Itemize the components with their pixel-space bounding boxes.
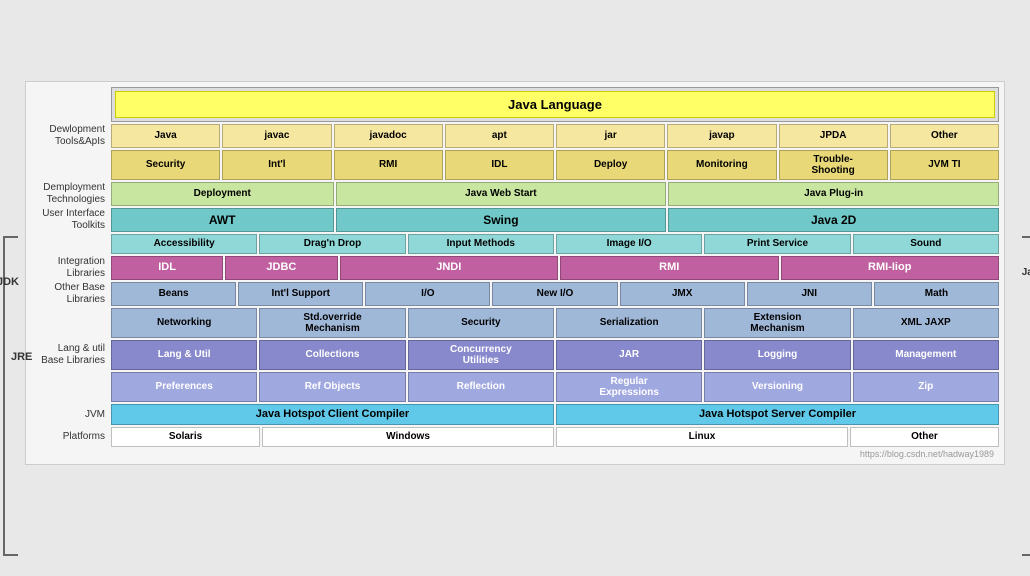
cell-apt: apt [445, 124, 554, 148]
cell-security: Security [111, 150, 220, 180]
cell-input-methods: Input Methods [408, 234, 554, 254]
cell-sound: Sound [853, 234, 999, 254]
lang-row-2: Preferences Ref Objects Reflection Regul… [31, 372, 999, 402]
ui-toolkits-row: User InterfaceToolkits AWT Swing Java 2D [31, 208, 999, 232]
cell-rmi-iiop: RMI-Iiop [781, 256, 1000, 280]
cell-std-override: Std.overrideMechanism [259, 308, 405, 338]
ui-sub-row: Accessibility Drag'n Drop Input Methods … [31, 234, 999, 254]
cell-java: Java [111, 124, 220, 148]
cell-jvm-server: Java Hotspot Server Compiler [556, 404, 999, 425]
cell-deploy: Deploy [556, 150, 665, 180]
watermark: https://blog.csdn.net/hadway1989 [31, 449, 999, 459]
dev-tools-row-2: Security Int'l RMI IDL Deploy Monitoring… [31, 150, 999, 180]
cell-idl: IDL [445, 150, 554, 180]
cell-serialization: Serialization [556, 308, 702, 338]
cell-idl-int: IDL [111, 256, 223, 280]
dev-tools-label-2 [31, 150, 111, 180]
deployment-label: DemploymentTechnologies [31, 182, 111, 206]
cell-security-base: Security [408, 308, 554, 338]
cell-troubleshooting: Trouble-Shooting [779, 150, 888, 180]
cell-logging: Logging [704, 340, 850, 370]
cell-lang-util: Lang & Util [111, 340, 257, 370]
cell-xml-jaxp: XML JAXP [853, 308, 999, 338]
cell-jar-lang: JAR [556, 340, 702, 370]
integration-label: IntegrationLibraries [31, 256, 111, 280]
dev-tools-row-1: DewlopmentTools&ApIs Java javac javadoc … [31, 124, 999, 148]
cell-other-dev: Other [890, 124, 999, 148]
jvm-label: JVM [31, 404, 111, 425]
cell-intl: Int'l [222, 150, 331, 180]
cell-image-io: Image I/O [556, 234, 702, 254]
cell-regex: RegularExpressions [556, 372, 702, 402]
cell-jni: JNI [747, 282, 872, 306]
lang-row-1: Lang & utilBase Libraries Lang & Util Co… [31, 340, 999, 370]
cell-swing: Swing [336, 208, 667, 232]
ui-toolkits-label: User InterfaceToolkits [31, 208, 111, 232]
cell-print-service: Print Service [704, 234, 850, 254]
dev-tools-label: DewlopmentTools&ApIs [31, 124, 111, 148]
cell-java-web-start: Java Web Start [336, 182, 667, 206]
cell-windows: Windows [262, 427, 554, 447]
architecture-diagram: Java Language DewlopmentTools&ApIs Java … [25, 81, 1005, 465]
lang-label-2 [31, 372, 111, 402]
cell-jar: jar [556, 124, 665, 148]
cell-monitoring: Monitoring [667, 150, 776, 180]
cell-accessibility: Accessibility [111, 234, 257, 254]
base-libs-row-1: Other BaseLibraries Beans Int'l Support … [31, 282, 999, 306]
platforms-row: Platforms Solaris Windows Linux Other [31, 427, 999, 447]
cell-jndi: JNDI [340, 256, 559, 280]
ui-sub-label [31, 234, 111, 254]
java-language-row: Java Language [31, 87, 999, 122]
cell-javadoc: javadoc [334, 124, 443, 148]
cell-jdbc: JDBC [225, 256, 337, 280]
cell-java2d: Java 2D [668, 208, 999, 232]
deployment-row: DemploymentTechnologies Deployment Java … [31, 182, 999, 206]
cell-rmi-int: RMI [560, 256, 779, 280]
cell-extension: ExtensionMechanism [704, 308, 850, 338]
platforms-label: Platforms [31, 427, 111, 447]
cell-javac: javac [222, 124, 331, 148]
cell-math: Math [874, 282, 999, 306]
cell-dragndrop: Drag'n Drop [259, 234, 405, 254]
cell-management: Management [853, 340, 999, 370]
cell-collections: Collections [259, 340, 405, 370]
cell-preferences: Preferences [111, 372, 257, 402]
jvm-row: JVM Java Hotspot Client Compiler Java Ho… [31, 404, 999, 425]
cell-rmi: RMI [334, 150, 443, 180]
cell-deployment: Deployment [111, 182, 334, 206]
base-libs-label-2 [31, 308, 111, 338]
cell-reflection: Reflection [408, 372, 554, 402]
cell-jvm-client: Java Hotspot Client Compiler [111, 404, 554, 425]
base-libs-label: Other BaseLibraries [31, 282, 111, 306]
cell-javap: javap [667, 124, 776, 148]
cell-jvmti: JVM TI [890, 150, 999, 180]
cell-versioning: Versioning [704, 372, 850, 402]
cell-java-plugin: Java Plug-in [668, 182, 999, 206]
cell-jpda: JPDA [779, 124, 888, 148]
lang-label: Lang & utilBase Libraries [31, 340, 111, 370]
cell-new-io: New I/O [492, 282, 617, 306]
cell-solaris: Solaris [111, 427, 260, 447]
base-libs-row-2: Networking Std.overrideMechanism Securit… [31, 308, 999, 338]
javase-label: JavaSEAPI [1012, 266, 1030, 292]
cell-linux: Linux [556, 427, 848, 447]
cell-concurrency: ConcurrencyUtilities [408, 340, 554, 370]
cell-intl-support: Int'l Support [238, 282, 363, 306]
cell-other-platform: Other [850, 427, 999, 447]
java-language-label [31, 87, 111, 122]
cell-zip: Zip [853, 372, 999, 402]
jre-label: JRE [11, 351, 32, 363]
cell-beans: Beans [111, 282, 236, 306]
jdk-label: JDK [0, 276, 19, 288]
cell-awt: AWT [111, 208, 334, 232]
cell-jmx: JMX [620, 282, 745, 306]
cell-ref-objects: Ref Objects [259, 372, 405, 402]
integration-row: IntegrationLibraries IDL JDBC JNDI RMI R… [31, 256, 999, 280]
java-language-bar: Java Language [115, 91, 995, 118]
cell-io: I/O [365, 282, 490, 306]
cell-networking: Networking [111, 308, 257, 338]
